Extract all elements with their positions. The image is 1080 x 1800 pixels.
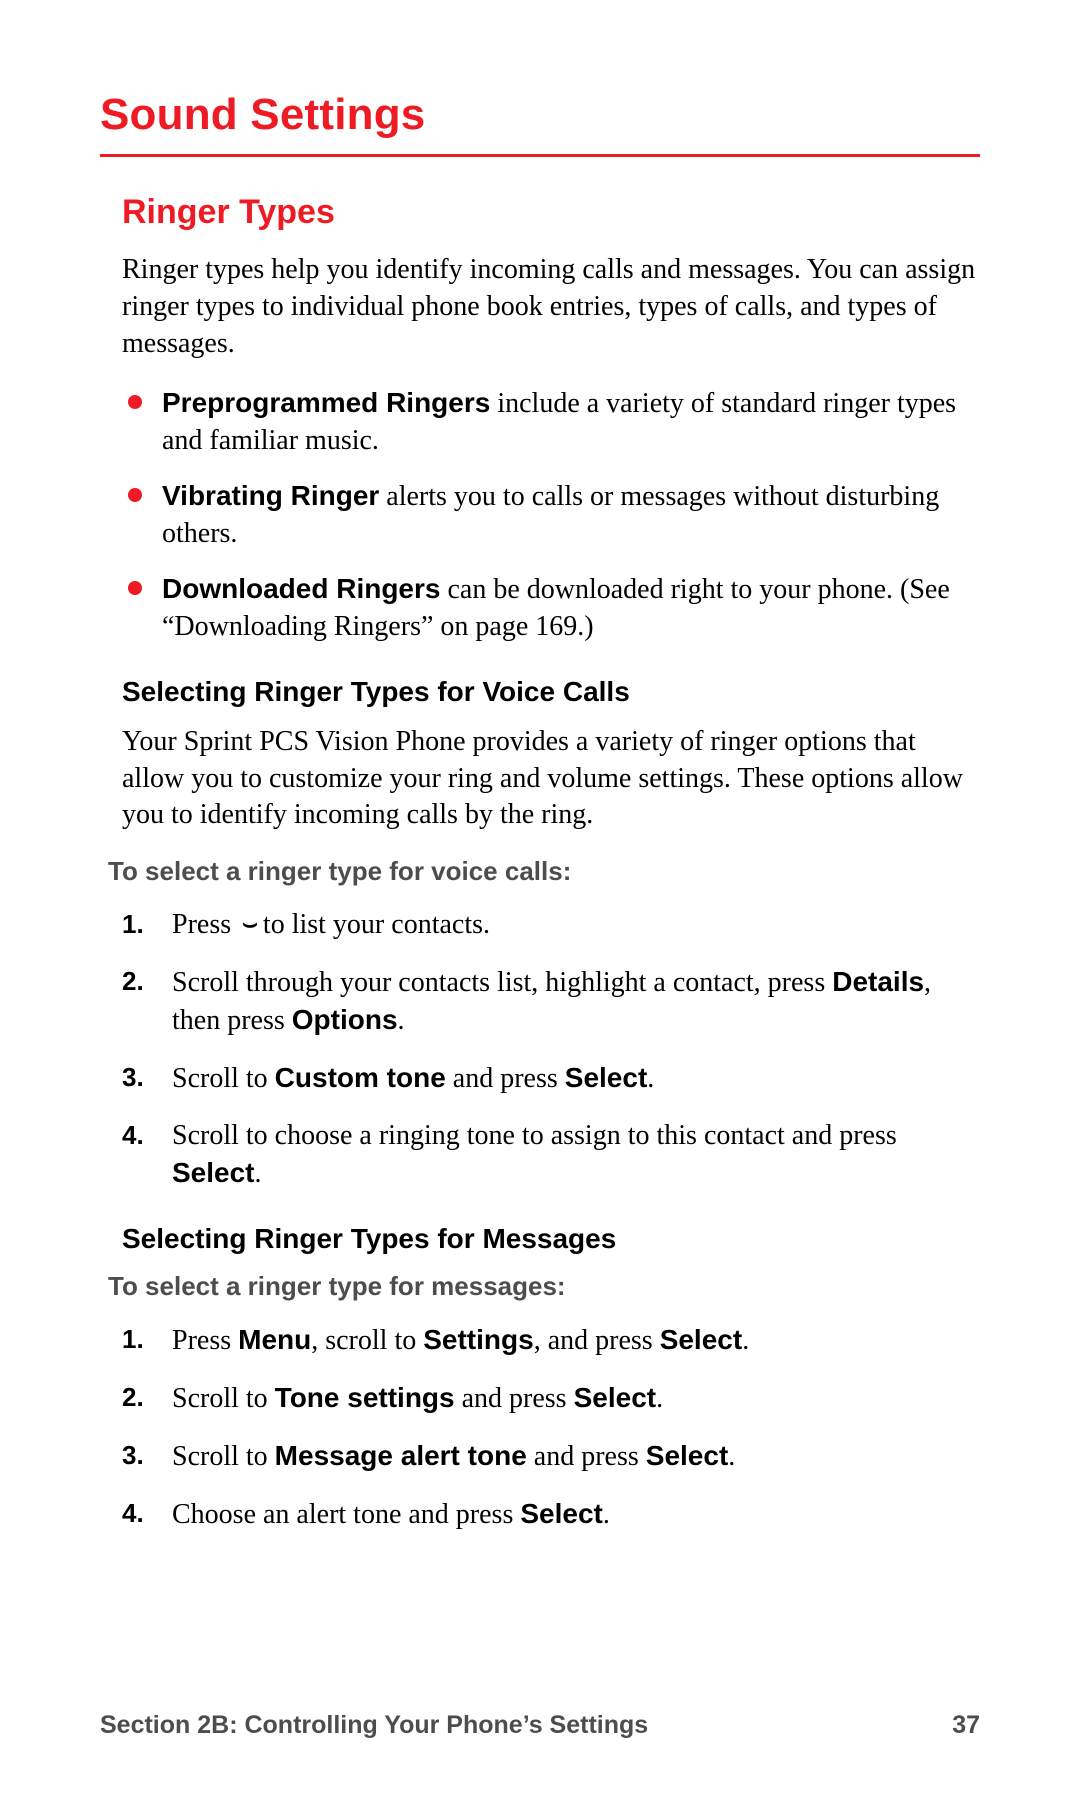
step-text: . (255, 1158, 262, 1189)
step-bold: Details (832, 966, 924, 997)
step-text: Press (172, 909, 238, 940)
bullet-list: Preprogrammed Ringers include a variety … (122, 385, 980, 646)
step: Scroll through your contacts list, highl… (122, 964, 980, 1040)
step: Scroll to Tone settings and press Select… (122, 1380, 980, 1418)
step: Press Menu, scroll to Settings, and pres… (122, 1322, 980, 1360)
step-text: Scroll to (172, 1441, 275, 1472)
step-bold: Select (660, 1324, 743, 1355)
section-heading: Ringer Types (122, 193, 980, 232)
step: Press ⌣ to list your contacts. (122, 907, 980, 944)
step-text: , scroll to (311, 1325, 423, 1356)
voice-intro: Your Sprint PCS Vision Phone provides a … (122, 724, 980, 835)
step-text: and press (455, 1383, 574, 1414)
manual-page: Sound Settings Ringer Types Ringer types… (0, 0, 1080, 1800)
step-text: . (742, 1325, 749, 1356)
step: Choose an alert tone and press Select. (122, 1496, 980, 1534)
subsection-heading-messages: Selecting Ringer Types for Messages (122, 1223, 980, 1255)
bullet-bold: Vibrating Ringer (162, 480, 379, 511)
section-intro: Ringer types help you identify incoming … (122, 252, 980, 363)
messages-leadin: To select a ringer type for messages: (108, 1271, 980, 1302)
step-text: . (647, 1063, 654, 1094)
bullet-bold: Downloaded Ringers (162, 573, 440, 604)
step-text: . (728, 1441, 735, 1472)
step-text: . (603, 1499, 610, 1530)
step-text: Scroll to choose a ringing tone to assig… (172, 1120, 897, 1151)
voice-steps: Press ⌣ to list your contacts. Scroll th… (122, 907, 980, 1193)
step-text: Choose an alert tone and press (172, 1499, 520, 1530)
step: Scroll to Message alert tone and press S… (122, 1438, 980, 1476)
step-bold: Tone settings (275, 1382, 455, 1413)
footer-page-number: 37 (952, 1711, 980, 1740)
step-text: . (398, 1005, 405, 1036)
step-text: . (656, 1383, 663, 1414)
step-text: Scroll to (172, 1383, 275, 1414)
step-bold: Select (574, 1382, 657, 1413)
bullet-bold: Preprogrammed Ringers (162, 387, 490, 418)
page-title: Sound Settings (100, 90, 980, 157)
list-item: Downloaded Ringers can be downloaded rig… (122, 571, 980, 646)
step-text: and press (446, 1063, 565, 1094)
messages-steps: Press Menu, scroll to Settings, and pres… (122, 1322, 980, 1534)
step-bold: Options (292, 1004, 398, 1035)
step-bold: Select (565, 1062, 648, 1093)
step-bold: Custom tone (275, 1062, 446, 1093)
step-bold: Select (172, 1157, 255, 1188)
footer-section-label: Section 2B: Controlling Your Phone’s Set… (100, 1711, 648, 1740)
list-item: Vibrating Ringer alerts you to calls or … (122, 478, 980, 553)
step: Scroll to choose a ringing tone to assig… (122, 1118, 980, 1193)
list-item: Preprogrammed Ringers include a variety … (122, 385, 980, 460)
step-bold: Menu (238, 1324, 311, 1355)
step-text: Press (172, 1325, 238, 1356)
step-text: , and press (534, 1325, 660, 1356)
page-footer: Section 2B: Controlling Your Phone’s Set… (100, 1711, 980, 1740)
voice-leadin: To select a ringer type for voice calls: (108, 856, 980, 887)
step: Scroll to Custom tone and press Select. (122, 1060, 980, 1098)
step-bold: Settings (423, 1324, 533, 1355)
step-bold: Select (646, 1440, 729, 1471)
step-text: Scroll to (172, 1063, 275, 1094)
step-bold: Select (520, 1498, 603, 1529)
subsection-heading-voice: Selecting Ringer Types for Voice Calls (122, 676, 980, 708)
step-text: and press (527, 1441, 646, 1472)
step-text: to list your contacts. (256, 909, 490, 940)
step-bold: Message alert tone (275, 1440, 527, 1471)
step-text: Scroll through your contacts list, highl… (172, 967, 832, 998)
